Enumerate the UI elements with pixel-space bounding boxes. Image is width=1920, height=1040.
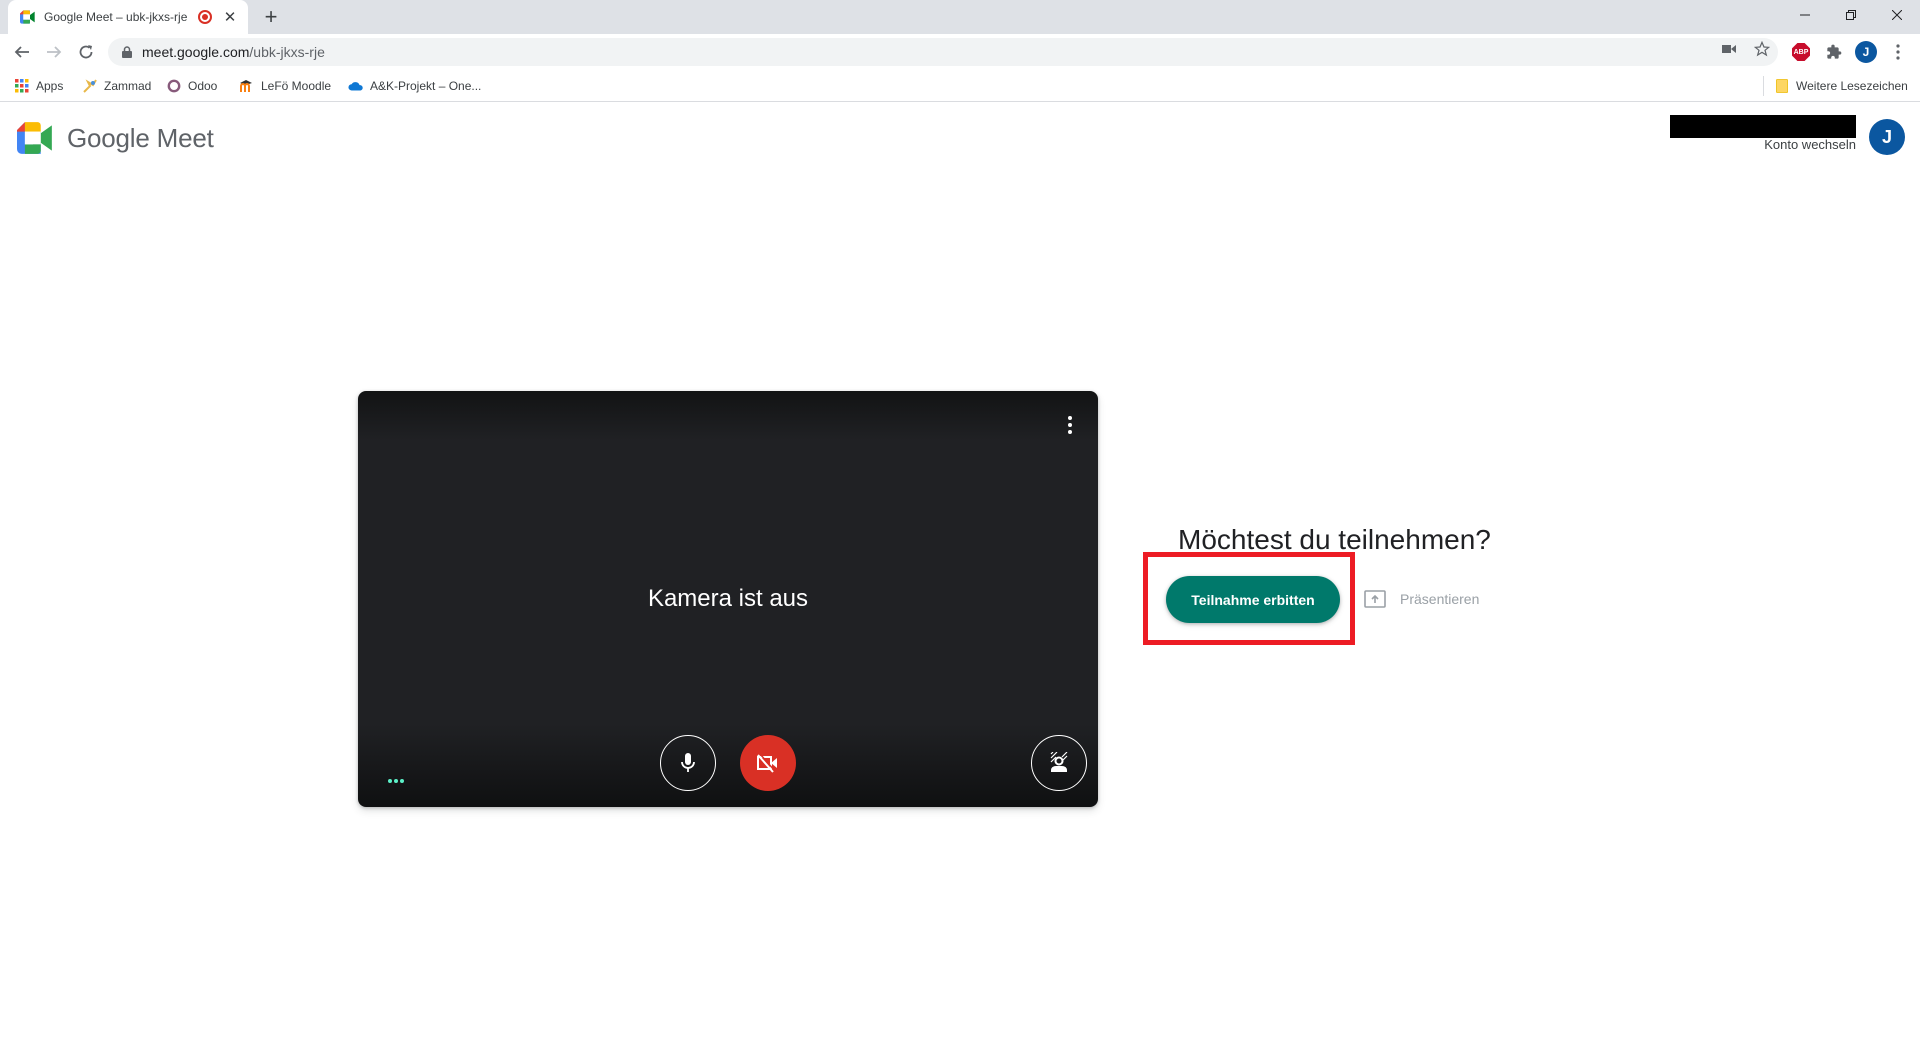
audio-dot [388,779,392,783]
bookmark-label: Zammad [104,79,152,93]
moodle-icon [239,78,255,94]
visual-effects-button[interactable] [1031,735,1087,791]
switch-account-link[interactable]: Konto wechseln [1764,137,1856,152]
restore-button[interactable] [1828,0,1874,30]
extensions-button[interactable] [1822,40,1846,64]
logo-wordmark: Google Meet [67,122,214,153]
bookmark-label: Odoo [188,79,218,93]
bookmarks-bar: Apps Zammad Odoo LeFö Moodle A&K-Projekt… [0,70,1920,102]
puzzle-icon [1827,44,1842,59]
tab-title: Google Meet – ubk-jkxs-rje [44,10,188,24]
audio-dot [394,779,398,783]
video-preview: Kamera ist aus [358,391,1098,807]
microphone-icon [681,753,695,772]
present-label: Präsentieren [1400,591,1480,607]
camera-toggle-button[interactable] [740,735,796,791]
reload-icon [79,45,93,59]
kebab-menu-icon [1896,44,1900,60]
odoo-icon [166,78,182,94]
chrome-menu-button[interactable] [1886,40,1910,64]
google-meet-logo-icon [17,122,52,154]
ask-to-join-button[interactable]: Teilnahme erbitten [1166,576,1340,623]
browser-tab[interactable]: Google Meet – ubk-jkxs-rje ✕ [8,0,248,34]
bookmark-zammad[interactable]: Zammad [82,76,151,96]
more-options-dot [1068,416,1072,420]
join-heading: Möchtest du teilnehmen? [1178,524,1491,555]
browser-toolbar: meet.google.com/ubk-jkxs-rje ABP J [0,34,1920,70]
google-meet-favicon [20,10,35,24]
url-path: /ubk-jkxs-rje [249,44,325,60]
new-tab-button[interactable]: + [258,4,284,30]
bookmark-label: LeFö Moodle [261,79,332,93]
url-host: meet.google.com [142,44,250,60]
close-window-button[interactable] [1874,0,1920,30]
bookmark-label: Apps [36,79,64,93]
profile-avatar: J [1855,41,1877,63]
account-email-redacted [1670,115,1856,138]
present-button[interactable]: Präsentieren [1364,587,1479,611]
bookmarks-divider [1763,76,1764,96]
minimize-icon [1800,14,1810,16]
minimize-button[interactable] [1782,0,1828,30]
address-bar[interactable]: meet.google.com/ubk-jkxs-rje [108,38,1778,66]
restore-icon [1846,10,1856,20]
bookmark-apps[interactable]: Apps [14,76,63,96]
apps-grid-icon [14,78,30,94]
microphone-toggle-button[interactable] [660,735,716,791]
bookmark-onedrive[interactable]: A&K-Projekt – One... [348,76,481,96]
bookmark-moodle[interactable]: LeFö Moodle [239,76,331,96]
adblock-plus-icon: ABP [1792,43,1810,61]
audio-dot [400,779,404,783]
background-effects-icon [1050,752,1068,772]
folder-icon [1774,78,1790,94]
onedrive-icon [348,78,364,94]
audio-level-indicator [388,779,404,783]
lock-icon [122,46,132,58]
reload-button[interactable] [72,38,100,66]
more-options-dot [1068,423,1072,427]
forward-arrow-icon [47,46,62,58]
account-avatar[interactable]: J [1869,119,1905,155]
recording-icon [198,10,212,24]
other-bookmarks[interactable]: Weitere Lesezeichen [1774,76,1908,96]
close-icon [1892,10,1902,20]
more-options-dot [1068,430,1072,434]
profile-button[interactable]: J [1854,40,1878,64]
google-meet-logo[interactable]: Google Meet [17,122,214,154]
url-text: meet.google.com/ubk-jkxs-rje [142,44,325,60]
other-bookmarks-label: Weitere Lesezeichen [1796,79,1908,93]
camera-off-icon [757,753,777,773]
bookmark-label: A&K-Projekt – One... [370,79,482,93]
forward-button[interactable] [40,38,68,66]
camera-in-use-icon[interactable] [1720,40,1738,58]
preview-more-options-button[interactable] [1058,413,1082,437]
zammad-icon [82,78,98,94]
present-screen-icon [1364,590,1386,608]
back-arrow-icon [14,46,29,58]
adblock-plus-button[interactable]: ABP [1789,40,1813,64]
tab-strip: Google Meet – ubk-jkxs-rje ✕ + [0,0,1920,34]
camera-off-status: Kamera ist aus [647,585,809,612]
bookmark-star-icon[interactable] [1753,40,1771,58]
back-button[interactable] [8,38,36,66]
bookmark-odoo[interactable]: Odoo [166,76,217,96]
tab-close-icon[interactable]: ✕ [222,8,238,26]
